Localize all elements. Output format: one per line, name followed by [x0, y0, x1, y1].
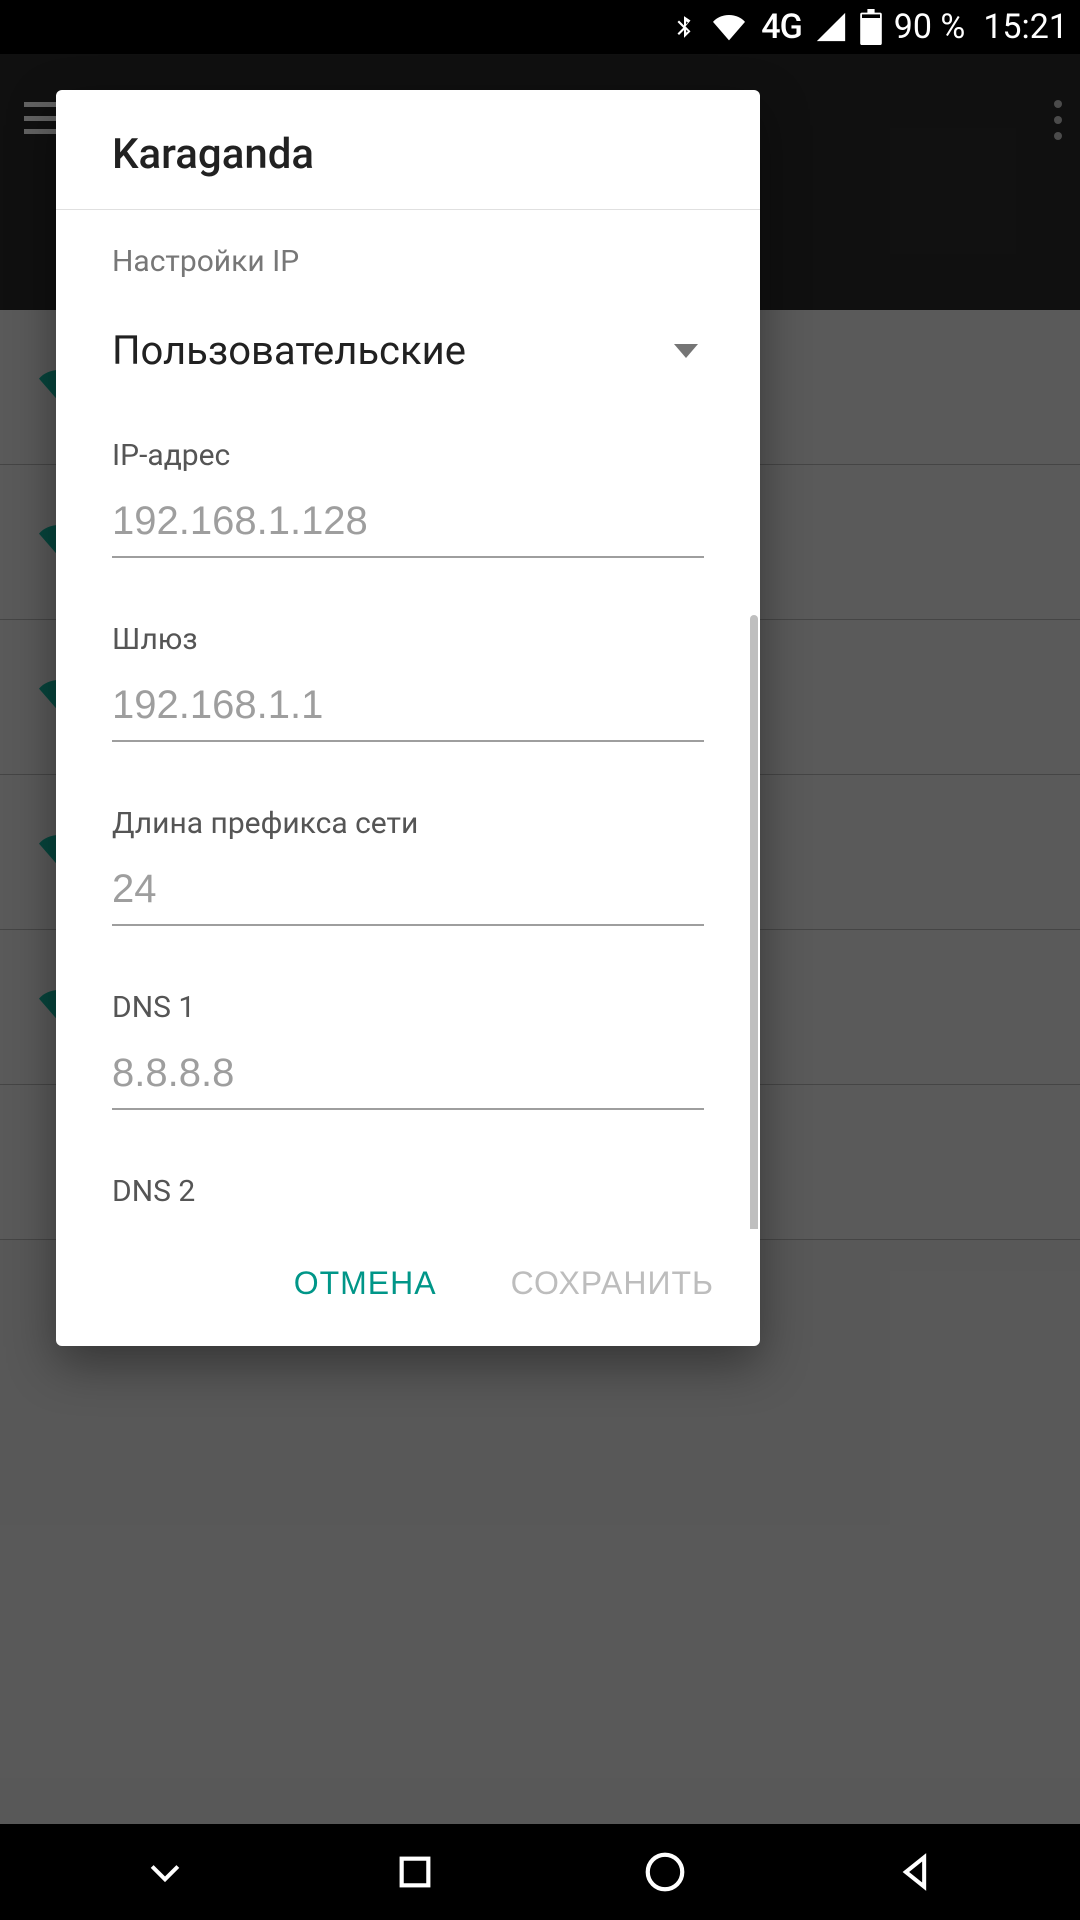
- scrollbar[interactable]: [750, 615, 758, 1229]
- prefix-input[interactable]: [112, 841, 704, 926]
- gateway-input[interactable]: [112, 657, 704, 742]
- dialog-actions: ОТМЕНА СОХРАНИТЬ: [56, 1229, 760, 1346]
- battery-label: 90 %: [894, 7, 966, 47]
- wifi-settings-dialog: Karaganda Настройки IP Пользовательские …: [56, 90, 760, 1346]
- back-button[interactable]: [885, 1842, 945, 1902]
- bluetooth-icon: [671, 7, 697, 47]
- signal-icon: [814, 10, 848, 44]
- status-bar: 4G 90 % 15:21: [0, 0, 1080, 54]
- dialog-title: Karaganda: [56, 90, 760, 209]
- ip-address-label: IP-адрес: [112, 438, 704, 473]
- ip-settings-label: Настройки IP: [112, 244, 704, 279]
- wifi-icon: [709, 11, 749, 43]
- dialog-body: Настройки IP Пользовательские IP-адрес Ш…: [56, 210, 760, 1229]
- chevron-down-icon: [674, 344, 698, 358]
- ime-switch-button[interactable]: [135, 1842, 195, 1902]
- clock-label: 15:21: [983, 7, 1068, 47]
- gateway-label: Шлюз: [112, 622, 704, 657]
- save-button[interactable]: СОХРАНИТЬ: [499, 1257, 726, 1310]
- dns1-label: DNS 1: [112, 990, 704, 1025]
- recent-apps-button[interactable]: [385, 1842, 445, 1902]
- network-label: 4G: [761, 7, 801, 47]
- prefix-label: Длина префикса сети: [112, 806, 704, 841]
- battery-icon: [860, 9, 882, 45]
- dns2-label: DNS 2: [112, 1174, 704, 1209]
- ip-settings-value: Пользовательские: [112, 327, 466, 374]
- ip-settings-dropdown[interactable]: Пользовательские: [112, 327, 704, 374]
- dns2-input[interactable]: [112, 1209, 704, 1229]
- dns1-input[interactable]: [112, 1025, 704, 1110]
- home-button[interactable]: [635, 1842, 695, 1902]
- ip-address-input[interactable]: [112, 473, 704, 558]
- cancel-button[interactable]: ОТМЕНА: [282, 1257, 449, 1310]
- navigation-bar: [0, 1824, 1080, 1920]
